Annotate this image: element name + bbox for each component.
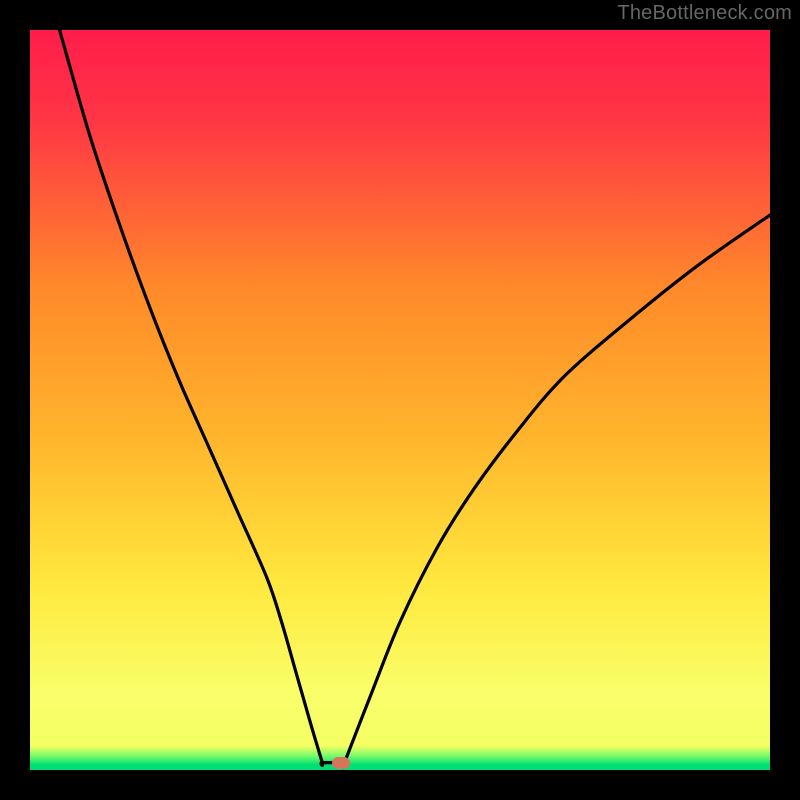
bottleneck-curve [30,30,770,770]
chart-frame: TheBottleneck.com [0,0,800,800]
watermark-text: TheBottleneck.com [617,2,792,25]
plot-area [30,30,770,770]
optimum-marker [332,757,350,769]
